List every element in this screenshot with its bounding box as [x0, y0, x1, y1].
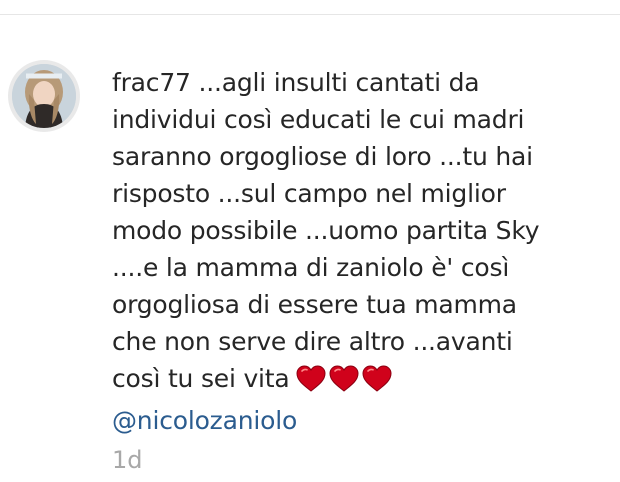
comment-line: modo possibile ...uomo partita Sky: [112, 216, 540, 245]
comment-line: ...agli insulti cantati da: [190, 68, 480, 97]
avatar-image: [12, 64, 76, 128]
avatar[interactable]: [8, 60, 80, 132]
username-link[interactable]: frac77: [112, 68, 191, 97]
comment-line: individui così educati le cui madri: [112, 105, 525, 134]
heart-icon: [362, 365, 392, 392]
heart-emoji-group: [296, 365, 395, 402]
comment-text: frac77 ...agli insulti cantati da indivi…: [112, 64, 602, 439]
heart-icon: [329, 365, 359, 392]
comment-line: ....e la mamma di zaniolo è' così: [112, 253, 510, 282]
comment-line: saranno orgogliose di loro ...tu hai: [112, 142, 533, 171]
comment-line: risposto ...sul campo nel miglior: [112, 179, 506, 208]
heart-icon: [296, 365, 326, 392]
comment-line: orgogliosa di essere tua mamma: [112, 290, 517, 319]
top-divider: [0, 14, 620, 15]
comment-line: così tu sei vita: [112, 364, 290, 393]
timestamp[interactable]: 1d: [112, 446, 143, 474]
mention-link[interactable]: @nicolozaniolo: [112, 406, 297, 435]
comment-line: che non serve dire altro ...avanti: [112, 327, 513, 356]
